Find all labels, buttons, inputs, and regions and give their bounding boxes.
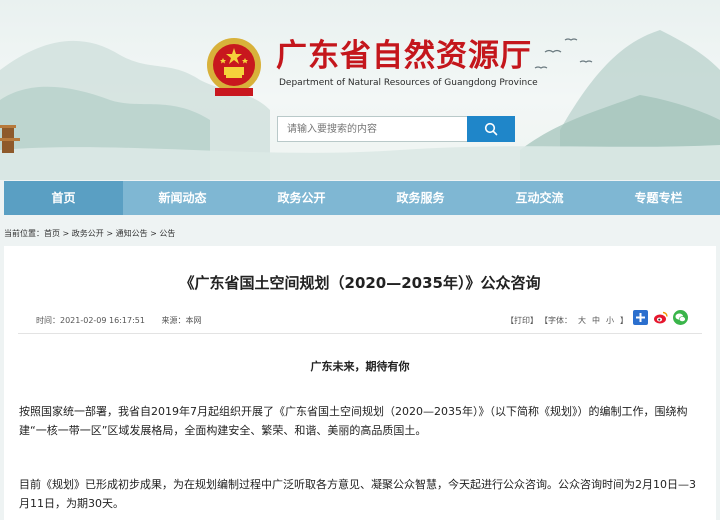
article-meta: 时间：2021-02-09 16:17:51 来源：本网 — [36, 315, 216, 326]
nav-item-interaction[interactable]: 互动交流 — [480, 181, 599, 215]
font-size-end: 】 — [620, 316, 628, 325]
nav-item-topics[interactable]: 专题专栏 — [599, 181, 718, 215]
landscape-background — [0, 30, 720, 180]
divider — [18, 333, 702, 334]
nav-item-news[interactable]: 新闻动态 — [123, 181, 242, 215]
breadcrumb-separator: > — [147, 229, 160, 238]
breadcrumb-link-home[interactable]: 首页 — [44, 229, 60, 238]
breadcrumb-separator: > — [60, 229, 72, 238]
national-emblem-icon — [207, 38, 261, 96]
breadcrumb-separator: > — [103, 229, 116, 238]
breadcrumb: 当前位置：首页 > 政务公开 > 通知公告 > 公告 — [4, 228, 175, 239]
site-header: 广东省自然资源厅 Department of Natural Resources… — [0, 0, 720, 180]
article-subheading: 广东未来，期待有你 — [310, 360, 410, 373]
wechat-icon[interactable] — [673, 310, 688, 325]
font-size-medium[interactable]: 中 — [592, 316, 600, 325]
font-size-label: 【字体： — [544, 316, 572, 325]
article-panel: 《广东省国土空间规划（2020—2035年）》公众咨询 时间：2021-02-0… — [4, 246, 716, 520]
breadcrumb-link-notices[interactable]: 通知公告 — [116, 229, 148, 238]
search-icon — [484, 122, 498, 136]
search-button[interactable] — [467, 116, 515, 142]
article-paragraph: 目前《规划》已形成初步成果，为在规划编制过程中广泛听取各方意见、凝聚公众智慧，今… — [19, 478, 696, 510]
breadcrumb-link-announcement[interactable]: 公告 — [159, 229, 175, 238]
site-subtitle: Department of Natural Resources of Guang… — [279, 78, 538, 88]
weibo-icon[interactable] — [653, 310, 668, 325]
share-plus-icon[interactable] — [633, 310, 648, 325]
search-input[interactable] — [277, 116, 467, 142]
share-icons — [633, 310, 688, 325]
article-source: 来源：本网 — [161, 316, 202, 325]
font-size-small[interactable]: 小 — [606, 316, 614, 325]
breadcrumb-prefix: 当前位置： — [4, 229, 44, 238]
article-time: 时间：2021-02-09 16:17:51 — [36, 316, 145, 325]
main-nav: 首页 新闻动态 政务公开 政务服务 互动交流 专题专栏 — [4, 181, 720, 215]
site-title: 广东省自然资源厅 — [276, 38, 532, 74]
nav-item-public-affairs[interactable]: 政务公开 — [242, 181, 361, 215]
article-paragraph: 按照国家统一部署，我省自2019年7月起组织开展了《广东省国土空间规划（2020… — [19, 405, 688, 437]
article-tools: 【打印】 【字体： 大中小】 — [506, 315, 634, 326]
font-size-large[interactable]: 大 — [578, 316, 586, 325]
print-link[interactable]: 【打印】 — [506, 316, 538, 325]
article-title: 《广东省国土空间规划（2020—2035年）》公众咨询 — [179, 274, 541, 292]
nav-item-home[interactable]: 首页 — [4, 181, 123, 215]
nav-item-services[interactable]: 政务服务 — [361, 181, 480, 215]
breadcrumb-link-public-affairs[interactable]: 政务公开 — [72, 229, 104, 238]
